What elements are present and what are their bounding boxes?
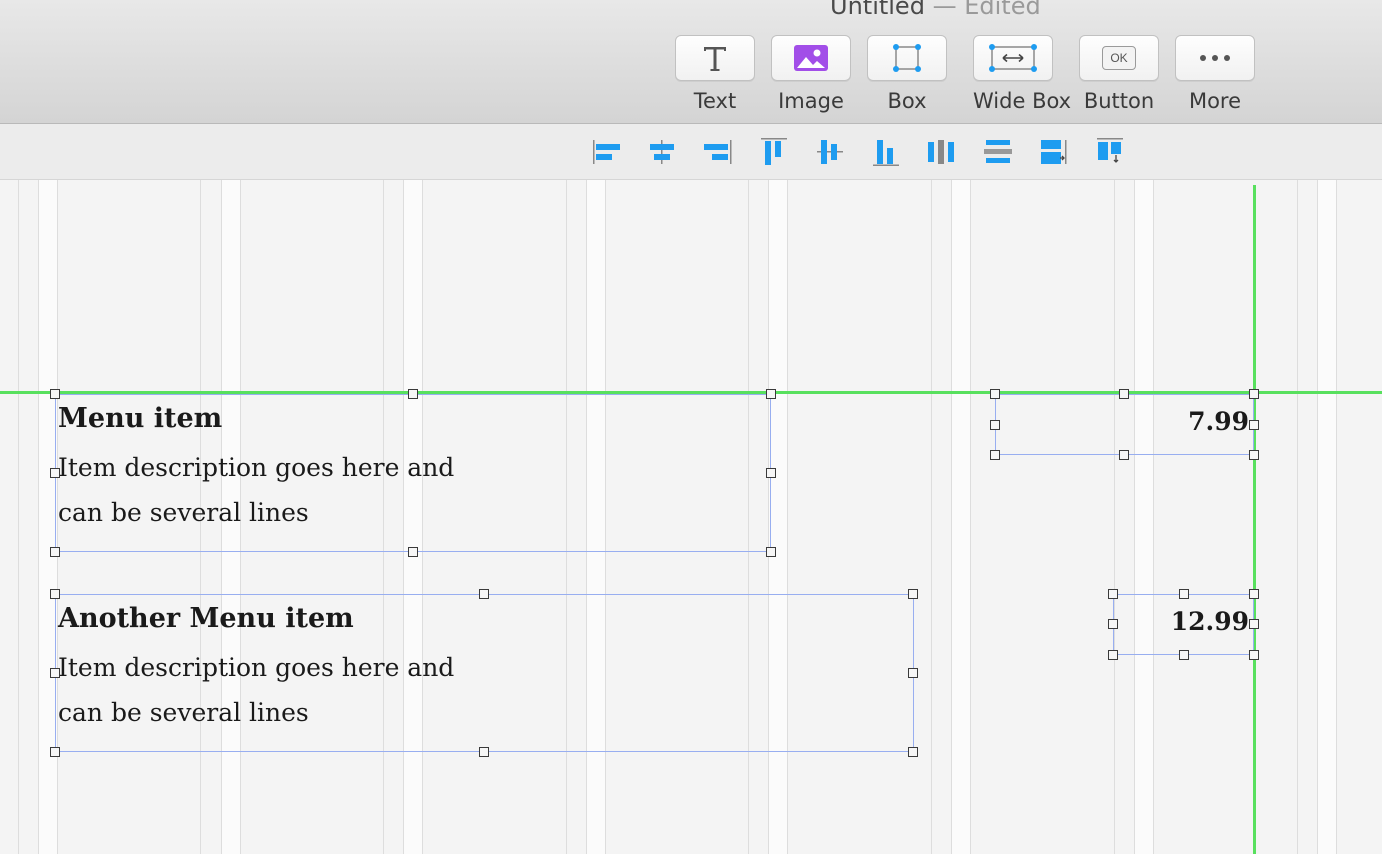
menu-item-2-description[interactable]: Item description goes here and can be se… xyxy=(58,645,478,735)
grid-column xyxy=(768,180,788,854)
wide-box-icon[interactable] xyxy=(973,35,1053,81)
box-tool-button[interactable]: Box xyxy=(867,35,947,113)
text-tool-button[interactable]: Text xyxy=(675,35,755,113)
button-icon[interactable]: OK xyxy=(1079,35,1159,81)
menu-item-1-description[interactable]: Item description goes here and can be se… xyxy=(58,445,478,535)
resize-handle[interactable] xyxy=(766,468,776,478)
window-toolbar: Untitled — Edited Text Image Box Wide Bo… xyxy=(0,0,1382,124)
grid-column xyxy=(1134,180,1154,854)
match-width-icon[interactable] xyxy=(1038,136,1070,168)
resize-handle[interactable] xyxy=(908,668,918,678)
resize-handle[interactable] xyxy=(50,389,60,399)
title-separator: — xyxy=(932,0,957,20)
align-bottom-icon[interactable] xyxy=(870,136,902,168)
wide-box-tool-button[interactable]: Wide Box xyxy=(973,35,1072,113)
grid-column xyxy=(951,180,971,854)
resize-handle[interactable] xyxy=(1179,589,1189,599)
menu-item-1-box[interactable]: Menu item Item description goes here and… xyxy=(55,394,771,552)
document-status: Edited xyxy=(964,0,1041,20)
resize-handle[interactable] xyxy=(50,468,60,478)
more-icon[interactable] xyxy=(1175,35,1255,81)
resize-handle[interactable] xyxy=(50,547,60,557)
menu-item-2-price-box[interactable]: 12.99 xyxy=(1113,594,1254,655)
vertical-smart-guide xyxy=(1253,185,1256,854)
more-tool-label: More xyxy=(1188,89,1242,113)
resize-handle[interactable] xyxy=(1108,589,1118,599)
resize-handle[interactable] xyxy=(766,389,776,399)
align-left-icon[interactable] xyxy=(591,136,623,168)
ok-button-glyph: OK xyxy=(1102,46,1136,70)
menu-item-2-box[interactable]: Another Menu item Item description goes … xyxy=(55,594,914,752)
resize-handle[interactable] xyxy=(1249,389,1259,399)
image-icon[interactable] xyxy=(771,35,851,81)
grid-line xyxy=(1297,180,1298,854)
resize-handle[interactable] xyxy=(479,589,489,599)
menu-item-1-price-box[interactable]: 7.99 xyxy=(995,394,1254,455)
resize-handle[interactable] xyxy=(479,747,489,757)
text-icon[interactable] xyxy=(675,35,755,81)
button-tool-button[interactable]: OK Button xyxy=(1079,35,1159,113)
resize-handle[interactable] xyxy=(408,547,418,557)
align-top-icon[interactable] xyxy=(758,136,790,168)
resize-handle[interactable] xyxy=(50,589,60,599)
resize-handle[interactable] xyxy=(990,450,1000,460)
menu-item-2-title[interactable]: Another Menu item xyxy=(58,603,354,634)
resize-handle[interactable] xyxy=(1249,589,1259,599)
resize-handle[interactable] xyxy=(1108,650,1118,660)
resize-handle[interactable] xyxy=(1249,450,1259,460)
menu-item-2-price[interactable]: 12.99 xyxy=(1171,607,1249,636)
resize-handle[interactable] xyxy=(908,747,918,757)
text-tool-label: Text xyxy=(693,89,737,113)
resize-handle[interactable] xyxy=(1108,619,1118,629)
resize-handle[interactable] xyxy=(50,668,60,678)
resize-handle[interactable] xyxy=(766,547,776,557)
resize-handle[interactable] xyxy=(908,589,918,599)
align-center-vertical-icon[interactable] xyxy=(814,136,846,168)
grid-column xyxy=(1317,180,1337,854)
resize-handle[interactable] xyxy=(1249,619,1259,629)
alignment-toolbar xyxy=(0,124,1382,180)
resize-handle[interactable] xyxy=(1249,650,1259,660)
resize-handle[interactable] xyxy=(50,747,60,757)
document-name: Untitled xyxy=(830,0,925,20)
image-tool-label: Image xyxy=(778,89,844,113)
resize-handle[interactable] xyxy=(1179,650,1189,660)
button-tool-label: Button xyxy=(1083,89,1155,113)
resize-handle[interactable] xyxy=(990,420,1000,430)
grid-line xyxy=(1114,180,1115,854)
menu-item-1-title[interactable]: Menu item xyxy=(58,403,222,434)
align-center-horizontal-icon[interactable] xyxy=(646,136,678,168)
grid-line xyxy=(18,180,19,854)
resize-handle[interactable] xyxy=(1119,450,1129,460)
more-tool-button[interactable]: More xyxy=(1175,35,1255,113)
box-tool-label: Box xyxy=(887,89,927,113)
window-title: Untitled — Edited xyxy=(830,0,1041,20)
resize-handle[interactable] xyxy=(408,389,418,399)
wide-box-tool-label: Wide Box xyxy=(973,89,1072,113)
image-tool-button[interactable]: Image xyxy=(771,35,851,113)
resize-handle[interactable] xyxy=(990,389,1000,399)
box-icon[interactable] xyxy=(867,35,947,81)
grid-line xyxy=(931,180,932,854)
distribute-vertical-icon[interactable] xyxy=(982,136,1014,168)
match-height-icon[interactable] xyxy=(1094,136,1126,168)
resize-handle[interactable] xyxy=(1119,389,1129,399)
resize-handle[interactable] xyxy=(1249,420,1259,430)
menu-item-1-price[interactable]: 7.99 xyxy=(1188,407,1249,436)
distribute-horizontal-icon[interactable] xyxy=(925,136,957,168)
design-canvas[interactable]: Menu item Item description goes here and… xyxy=(0,180,1382,854)
align-right-icon[interactable] xyxy=(701,136,733,168)
